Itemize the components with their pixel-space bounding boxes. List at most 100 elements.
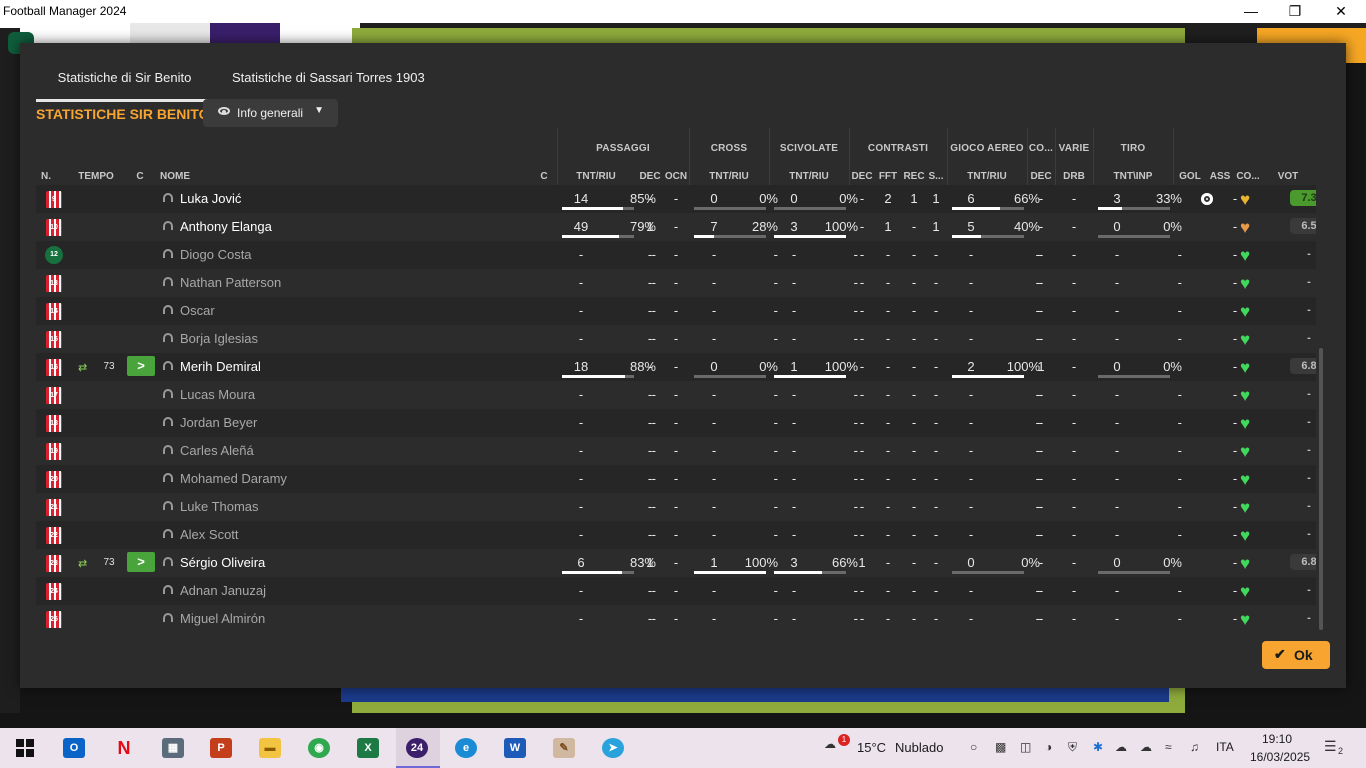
- clock-time[interactable]: 19:10: [1262, 732, 1292, 746]
- powerpoint-icon[interactable]: P: [210, 738, 232, 758]
- wifi-icon[interactable]: ≈: [1165, 740, 1172, 754]
- maximize-button[interactable]: ❐: [1272, 0, 1318, 23]
- header-co-dec[interactable]: DEC: [1027, 171, 1055, 182]
- bluetooth-icon[interactable]: ✱: [1093, 740, 1103, 754]
- header-c[interactable]: C: [132, 171, 148, 182]
- headset-icon[interactable]: [163, 501, 173, 510]
- header-num[interactable]: N.: [36, 171, 56, 182]
- weather-desc[interactable]: Nublado: [895, 740, 943, 755]
- taskview-icon[interactable]: ◫: [1020, 740, 1031, 754]
- headset-icon[interactable]: [163, 277, 173, 286]
- header-vote[interactable]: VOT: [1271, 171, 1305, 182]
- paint-icon[interactable]: ✎: [553, 738, 575, 758]
- headset-icon[interactable]: [163, 585, 173, 594]
- headset-icon[interactable]: [163, 417, 173, 426]
- tab-home-stats[interactable]: Statistiche di Sir Benito: [36, 70, 213, 102]
- sub-on-icon[interactable]: >: [127, 356, 155, 376]
- headset-icon[interactable]: [163, 249, 173, 258]
- language-indicator[interactable]: ITA: [1216, 740, 1234, 754]
- header-aerial-att[interactable]: TNT/RIU: [947, 171, 1027, 182]
- edge-icon[interactable]: e: [455, 738, 477, 758]
- shield-icon[interactable]: ⛨: [1068, 740, 1077, 755]
- header-duel-dec[interactable]: DEC: [849, 171, 875, 182]
- header-name[interactable]: NOME: [160, 171, 190, 182]
- player-name[interactable]: Lucas Moura: [180, 387, 255, 402]
- view-dropdown[interactable]: Info generali ▼: [203, 99, 338, 127]
- headset-icon[interactable]: [163, 333, 173, 342]
- player-name[interactable]: Borja Iglesias: [180, 331, 258, 346]
- header-assists[interactable]: ASS: [1205, 171, 1235, 182]
- minimize-button[interactable]: —: [1228, 0, 1274, 23]
- steam-icon[interactable]: ○: [970, 740, 977, 754]
- table-row[interactable]: 12 Diogo Costa - - - - - - - - - - - - - - - - - - - ♥ -: [36, 241, 1316, 269]
- word-icon[interactable]: W: [504, 738, 526, 758]
- notifications-icon[interactable]: ☰: [1324, 738, 1337, 755]
- player-name[interactable]: Diogo Costa: [180, 247, 252, 262]
- table-row[interactable]: 14 Oscar - - - - - - - - - - - - - - - - - - - ♥ -: [36, 297, 1316, 325]
- player-name[interactable]: Anthony Elanga: [180, 219, 272, 234]
- player-name[interactable]: Sérgio Oliveira: [180, 555, 265, 570]
- header-pass-ocn[interactable]: OCN: [663, 171, 689, 182]
- table-row[interactable]: 17 Lucas Moura - - - - - - - - - - - - - - - - - - - ♥ -: [36, 381, 1316, 409]
- table-row[interactable]: 13 Nathan Patterson - - - - - - - - - - - - - - - - - - - ♥ -: [36, 269, 1316, 297]
- header-cross-att[interactable]: TNT/RIU: [689, 171, 769, 182]
- monitor-icon[interactable]: ▩: [995, 740, 1006, 754]
- file-explorer-icon[interactable]: ▬: [259, 738, 281, 758]
- cloud-icon[interactable]: ☁: [1115, 740, 1127, 754]
- excel-icon[interactable]: X: [357, 738, 379, 758]
- player-name[interactable]: Luke Thomas: [180, 499, 259, 514]
- telegram-icon[interactable]: ➤: [602, 738, 624, 758]
- player-name[interactable]: Nathan Patterson: [180, 275, 281, 290]
- table-row[interactable]: 24 Adnan Januzaj - - - - - - - - - - - - - - - - - - - ♥ -: [36, 577, 1316, 605]
- ok-button[interactable]: ✔ Ok: [1262, 641, 1330, 669]
- table-row[interactable]: 10 Anthony Elanga 49 79% 1-7 28% 3 100% -1-1 5 40%…: [36, 213, 1316, 241]
- tab-away-stats[interactable]: Statistiche di Sassari Torres 1903: [232, 70, 425, 85]
- headset-icon[interactable]: [163, 193, 173, 202]
- chrome-icon[interactable]: ◉: [308, 738, 330, 758]
- table-row[interactable]: 21 Luke Thomas - - - - - - - - - - - - - - - - - - - ♥ -: [36, 493, 1316, 521]
- headset-icon[interactable]: [163, 445, 173, 454]
- headset-icon[interactable]: [163, 221, 173, 230]
- clock-date[interactable]: 16/03/2025: [1250, 750, 1310, 764]
- header-time[interactable]: TEMPO: [76, 171, 116, 182]
- headset-icon[interactable]: [163, 361, 173, 370]
- header-shot-att[interactable]: TNT\INP: [1093, 171, 1173, 182]
- player-name[interactable]: Mohamed Daramy: [180, 471, 287, 486]
- player-name[interactable]: Merih Demiral: [180, 359, 261, 374]
- weather-temp[interactable]: 15°C: [857, 740, 886, 755]
- player-name[interactable]: Oscar: [180, 303, 215, 318]
- volume-icon[interactable]: ♫: [1190, 740, 1199, 754]
- headset-icon[interactable]: [163, 305, 173, 314]
- header-pass-att[interactable]: TNT/RIU: [557, 171, 635, 182]
- headset-icon[interactable]: [163, 557, 173, 566]
- header-duel-rec[interactable]: REC: [901, 171, 927, 182]
- player-name[interactable]: Miguel Almirón: [180, 611, 265, 626]
- calculator-icon[interactable]: ▦: [162, 738, 184, 758]
- football-manager-icon[interactable]: 24: [406, 738, 428, 758]
- player-name[interactable]: Jordan Beyer: [180, 415, 257, 430]
- header-pass-dec[interactable]: DEC: [635, 171, 665, 182]
- table-row[interactable]: 19 Carles Aleñá - - - - - - - - - - - - - - - - - - - ♥ -: [36, 437, 1316, 465]
- close-window-button[interactable]: ✕: [1318, 0, 1364, 23]
- netflix-icon[interactable]: N: [113, 738, 135, 758]
- header-misc-drb[interactable]: DRB: [1055, 171, 1093, 182]
- table-row[interactable]: 20 Mohamed Daramy - - - - - - - - - - - - - - - - - - - ♥ -: [36, 465, 1316, 493]
- table-row[interactable]: 22 Alex Scott - - - - - - - - - - - - - - - - - - - ♥ -: [36, 521, 1316, 549]
- header-tackle-att[interactable]: TNT/RIU: [769, 171, 849, 182]
- security-icon[interactable]: ◑: [1045, 740, 1052, 754]
- table-row[interactable]: 9 Luka Jović 14 85% - -0 0% 0 0% -2 1 1 6 66% - -3 33% - ♥…: [36, 185, 1316, 213]
- header-condition[interactable]: CO...: [1233, 171, 1263, 182]
- table-row[interactable]: 18 Jordan Beyer - - - - - - - - - - - - - - - - - - - ♥ -: [36, 409, 1316, 437]
- headset-icon[interactable]: [163, 613, 173, 622]
- table-row[interactable]: 25 Miguel Almirón - - - - - - - - - - - - - - - - - - - ♥ -: [36, 605, 1316, 633]
- table-row[interactable]: 23 ⇄ 73 > Sérgio Oliveira 6 83% 1-1 100% 3 66% 1- - -…: [36, 549, 1316, 577]
- headset-icon[interactable]: [163, 473, 173, 482]
- headset-icon[interactable]: [163, 529, 173, 538]
- player-name[interactable]: Adnan Januzaj: [180, 583, 266, 598]
- player-name[interactable]: Carles Aleñá: [180, 443, 254, 458]
- player-name[interactable]: Alex Scott: [180, 527, 239, 542]
- sub-on-icon[interactable]: >: [127, 552, 155, 572]
- table-row[interactable]: 15 Borja Iglesias - - - - - - - - - - - - - - - - - - - ♥ -: [36, 325, 1316, 353]
- cloud-sync-icon[interactable]: ☁: [1140, 740, 1152, 754]
- player-name[interactable]: Luka Jović: [180, 191, 241, 206]
